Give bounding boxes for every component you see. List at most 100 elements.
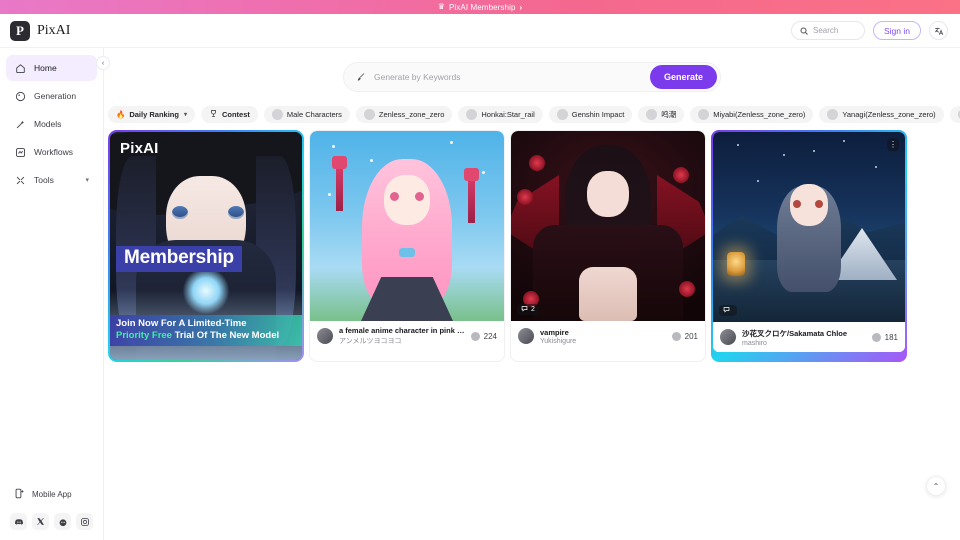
magic-wand-icon	[14, 119, 26, 130]
gallery-card-image[interactable]: ⋮	[713, 132, 905, 322]
generate-prompt-input[interactable]	[366, 72, 650, 82]
chip-contest[interactable]: Contest	[200, 106, 258, 123]
chip-male-characters[interactable]: Male Characters	[263, 106, 350, 123]
like-count[interactable]: 224	[470, 331, 497, 341]
chip-label: Male Characters	[286, 110, 342, 119]
mobile-app-link[interactable]: Mobile App	[0, 483, 103, 505]
fire-icon: 🔥	[116, 110, 126, 119]
chip-label: Miyabi(Zenless_zone_zero)	[713, 110, 806, 119]
brush-icon	[356, 72, 366, 82]
chevron-down-icon: ▾	[85, 177, 89, 184]
sidebar-item-workflows[interactable]: Workflows	[6, 139, 97, 165]
sidebar-item-tools[interactable]: Tools ▾	[6, 167, 97, 193]
gallery-card-meta: 沙花叉クロケ/Sakamata Chloe mashiro 181	[713, 322, 905, 352]
chip-avatar	[466, 109, 478, 120]
instagram-icon[interactable]	[76, 513, 93, 530]
chip-miyabi[interactable]: Miyabi(Zenless_zone_zero)	[690, 106, 814, 123]
membership-promo-banner[interactable]: ♛ PixAI Membership ›	[0, 0, 960, 14]
artwork-vampire	[511, 131, 705, 321]
avatar[interactable]	[317, 328, 333, 344]
x-twitter-icon[interactable]	[32, 513, 49, 530]
promo-logo-text: PixAI	[120, 140, 159, 157]
generate-bar[interactable]: Generate	[343, 62, 721, 92]
sidebar-item-label: Generation	[34, 91, 77, 101]
gallery-card-title: a female anime character in pink d...	[339, 326, 465, 335]
social-links	[0, 505, 103, 530]
palette-icon	[14, 91, 26, 102]
chip-label: 鸣潮	[661, 110, 677, 119]
gallery-card-image[interactable]: 2	[511, 131, 705, 321]
like-count-value: 181	[884, 332, 898, 342]
sidebar-item-generation[interactable]: Generation	[6, 83, 97, 109]
chip-label: Genshin Impact	[571, 110, 625, 119]
comment-badge[interactable]	[719, 305, 737, 316]
generate-bar-wrapper: Generate	[104, 48, 960, 92]
scroll-to-top-button[interactable]: ⌃	[926, 476, 946, 496]
chip-avatar	[363, 109, 375, 120]
chip-avatar	[271, 109, 283, 120]
sidebar-item-label: Tools	[34, 175, 54, 185]
trophy-icon	[209, 109, 218, 120]
sign-in-button[interactable]: Sign in	[873, 21, 921, 40]
tools-icon	[14, 175, 26, 186]
gallery-card[interactable]: a female anime character in pink d... アン…	[309, 130, 505, 362]
membership-promo-card-inner: PixAI Membership Join Now For A Limited-…	[110, 132, 302, 360]
comment-badge[interactable]: 2	[517, 304, 539, 315]
chip-label: Honkai:Star_rail	[481, 110, 535, 119]
chip-honkai-star-rail[interactable]: Honkai:Star_rail	[458, 106, 543, 123]
heart-icon	[871, 332, 881, 342]
like-count[interactable]: 181	[871, 332, 898, 342]
gallery-card-image[interactable]	[310, 131, 504, 321]
gallery-card-inner: ⋮ 沙花叉クロケ/Sakamata Chloe mashiro 181	[713, 132, 905, 352]
gallery-card-title: vampire	[540, 327, 569, 337]
gallery-card-meta: vampire Yukishigure 201	[511, 321, 705, 351]
reddit-icon[interactable]	[54, 513, 71, 530]
sidebar-collapse-button[interactable]: ‹	[96, 56, 110, 70]
chip-label: Yanagi(Zenless_zone_zero)	[842, 110, 936, 119]
search-input[interactable]	[813, 26, 856, 35]
like-count[interactable]: 201	[671, 331, 698, 341]
chip-zenless-zone-zero[interactable]: Zenless_zone_zero	[355, 106, 453, 123]
brand-logo[interactable]: P PixAI	[10, 20, 70, 41]
gallery-card-author[interactable]: アンメルツヨコヨコ	[339, 336, 465, 346]
search-box[interactable]	[791, 21, 865, 40]
generate-button[interactable]: Generate	[649, 65, 717, 89]
avatar[interactable]	[720, 329, 736, 345]
gallery-card-author[interactable]: Yukishigure	[540, 338, 666, 345]
like-count-value: 224	[483, 331, 497, 341]
discord-icon[interactable]	[10, 513, 27, 530]
chip-cinderella-nikke[interactable]: Cinderella_(Nikke)	[949, 106, 960, 123]
gallery-card-inner: a female anime character in pink d... アン…	[310, 131, 504, 351]
gallery-card-meta: a female anime character in pink d... アン…	[310, 321, 504, 351]
sidebar-footer: Mobile App	[0, 483, 103, 540]
gallery-card-text: a female anime character in pink d... アン…	[339, 326, 465, 346]
chip-yanagi[interactable]: Yanagi(Zenless_zone_zero)	[819, 106, 944, 123]
promo-subtext-rest: Trial Of The New Model	[171, 330, 280, 342]
app-header: P PixAI Sign in	[0, 14, 960, 48]
home-icon	[14, 63, 26, 74]
gallery-card-text: vampire Yukishigure	[540, 328, 666, 345]
mobile-app-label: Mobile App	[32, 489, 72, 499]
sidebar-item-label: Models	[34, 119, 62, 129]
filter-chips-row: 🔥 Daily Ranking ▾ Contest Male Character…	[104, 92, 960, 123]
chevron-down-icon: ▾	[183, 112, 187, 118]
chip-label: Zenless_zone_zero	[378, 110, 445, 119]
gallery-grid: PixAI Membership Join Now For A Limited-…	[104, 123, 960, 362]
chip-mingchao[interactable]: 鸣潮	[638, 106, 685, 123]
sidebar-item-label: Workflows	[34, 147, 74, 157]
promo-subtext: Join Now For A Limited-Time Priority Fre…	[110, 315, 302, 346]
avatar[interactable]	[518, 328, 534, 344]
chip-daily-ranking[interactable]: 🔥 Daily Ranking ▾	[108, 106, 195, 123]
promo-headline: Membership	[116, 246, 242, 272]
sidebar-item-home[interactable]: Home	[6, 55, 97, 81]
chip-genshin-impact[interactable]: Genshin Impact	[548, 106, 633, 123]
gallery-card[interactable]: ⋮ 沙花叉クロケ/Sakamata Chloe mashiro 181	[711, 130, 907, 362]
sidebar-item-models[interactable]: Models	[6, 111, 97, 137]
comment-icon	[723, 306, 730, 315]
gallery-card[interactable]: 2 vampire Yukishigure 201	[510, 130, 706, 362]
more-options-button[interactable]: ⋮	[887, 138, 899, 151]
chip-avatar	[827, 109, 839, 120]
gallery-card-author[interactable]: mashiro	[742, 340, 866, 347]
translate-icon[interactable]	[929, 21, 948, 40]
membership-promo-card[interactable]: PixAI Membership Join Now For A Limited-…	[108, 130, 304, 362]
